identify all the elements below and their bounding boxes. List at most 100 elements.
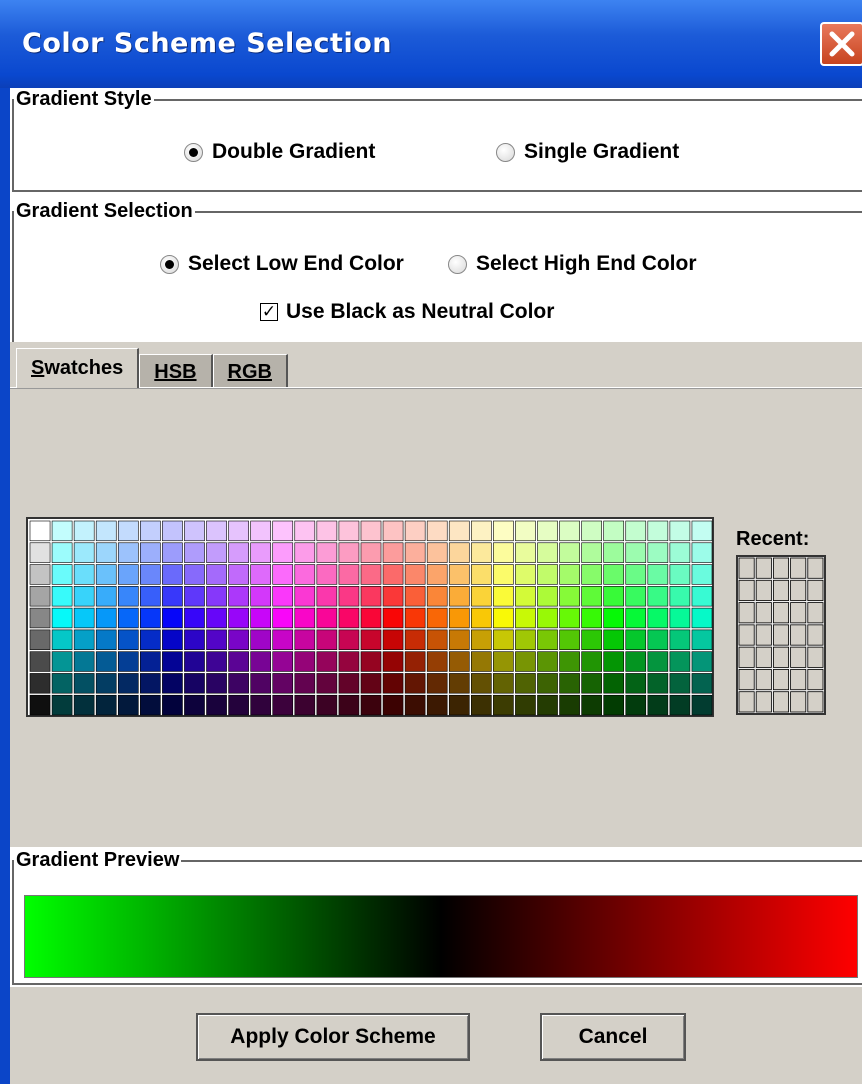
swatch-cell[interactable] [250, 586, 272, 607]
swatch-cell[interactable] [29, 629, 51, 650]
swatch-cell[interactable] [206, 629, 227, 650]
swatch-cell[interactable] [228, 607, 249, 629]
swatch-cell[interactable] [559, 586, 580, 607]
swatch-cell[interactable] [95, 520, 117, 542]
swatch-cell[interactable] [228, 694, 249, 716]
close-button[interactable] [820, 22, 862, 66]
swatch-cell[interactable] [73, 694, 95, 716]
swatch-cell[interactable] [647, 542, 669, 563]
swatch-cell[interactable] [316, 586, 338, 607]
swatch-cell[interactable] [228, 629, 249, 650]
swatch-cell[interactable] [206, 586, 227, 607]
swatch-cell[interactable] [338, 542, 360, 563]
recent-cell[interactable] [807, 646, 824, 668]
recent-cell[interactable] [790, 602, 807, 624]
swatch-cell[interactable] [625, 629, 647, 650]
swatch-cell[interactable] [537, 564, 558, 585]
swatch-cell[interactable] [206, 607, 227, 629]
swatch-cell[interactable] [426, 564, 448, 585]
swatch-cell[interactable] [647, 629, 669, 650]
swatch-cell[interactable] [162, 564, 183, 585]
swatch-cell[interactable] [603, 673, 625, 694]
swatch-cell[interactable] [73, 673, 95, 694]
swatch-cell[interactable] [360, 542, 382, 563]
swatch-cell[interactable] [559, 607, 580, 629]
swatch-cell[interactable] [51, 694, 73, 716]
swatch-cell[interactable] [272, 607, 294, 629]
swatch-cell[interactable] [360, 586, 382, 607]
swatch-cell[interactable] [625, 520, 647, 542]
swatch-cell[interactable] [559, 564, 580, 585]
swatch-cell[interactable] [669, 586, 691, 607]
swatch-cell[interactable] [51, 607, 73, 629]
swatch-cell[interactable] [162, 673, 183, 694]
swatch-cell[interactable] [581, 520, 602, 542]
swatch-cell[interactable] [691, 564, 713, 585]
recent-cell[interactable] [773, 646, 790, 668]
swatch-cell[interactable] [426, 520, 448, 542]
swatch-cell[interactable] [559, 651, 580, 672]
swatch-cell[interactable] [184, 586, 205, 607]
recent-grid[interactable] [738, 557, 824, 713]
swatch-cell[interactable] [117, 520, 139, 542]
swatch-cell[interactable] [117, 694, 139, 716]
swatch-cell[interactable] [537, 694, 558, 716]
swatch-cell[interactable] [338, 586, 360, 607]
double-gradient-radio[interactable]: Double Gradient [184, 140, 375, 164]
swatch-cell[interactable] [184, 607, 205, 629]
swatch-cell[interactable] [559, 542, 580, 563]
swatch-cell[interactable] [140, 586, 161, 607]
swatch-cell[interactable] [625, 586, 647, 607]
recent-cell[interactable] [790, 624, 807, 646]
swatch-palette[interactable] [26, 517, 714, 717]
swatch-cell[interactable] [228, 564, 249, 585]
swatch-cell[interactable] [581, 607, 602, 629]
swatch-cell[interactable] [73, 520, 95, 542]
swatch-cell[interactable] [338, 520, 360, 542]
swatch-cell[interactable] [448, 586, 470, 607]
swatch-cell[interactable] [669, 694, 691, 716]
swatch-cell[interactable] [272, 673, 294, 694]
swatch-cell[interactable] [51, 586, 73, 607]
recent-cell[interactable] [773, 669, 790, 691]
recent-cell[interactable] [807, 691, 824, 713]
swatch-cell[interactable] [272, 629, 294, 650]
swatch-cell[interactable] [581, 586, 602, 607]
swatch-cell[interactable] [426, 586, 448, 607]
swatch-cell[interactable] [250, 520, 272, 542]
swatch-cell[interactable] [537, 673, 558, 694]
swatch-cell[interactable] [515, 586, 536, 607]
swatch-cell[interactable] [184, 564, 205, 585]
swatch-cell[interactable] [404, 694, 426, 716]
swatch-cell[interactable] [537, 629, 558, 650]
swatch-cell[interactable] [162, 607, 183, 629]
swatch-cell[interactable] [294, 694, 316, 716]
swatch-cell[interactable] [691, 673, 713, 694]
recent-cell[interactable] [807, 669, 824, 691]
swatch-cell[interactable] [95, 586, 117, 607]
swatch-cell[interactable] [140, 694, 161, 716]
swatch-cell[interactable] [404, 586, 426, 607]
swatch-cell[interactable] [184, 673, 205, 694]
swatch-cell[interactable] [140, 673, 161, 694]
swatch-cell[interactable] [360, 673, 382, 694]
recent-cell[interactable] [773, 579, 790, 601]
swatch-cell[interactable] [669, 607, 691, 629]
tab-swatches[interactable]: Swatches [16, 348, 140, 388]
swatch-cell[interactable] [294, 629, 316, 650]
recent-cell[interactable] [738, 579, 755, 601]
swatch-cell[interactable] [338, 694, 360, 716]
swatch-cell[interactable] [515, 607, 536, 629]
recent-cell[interactable] [738, 602, 755, 624]
swatch-cell[interactable] [581, 673, 602, 694]
swatch-cell[interactable] [493, 520, 514, 542]
swatch-cell[interactable] [426, 542, 448, 563]
swatch-cell[interactable] [228, 673, 249, 694]
recent-cell[interactable] [755, 624, 772, 646]
swatch-cell[interactable] [448, 651, 470, 672]
swatch-cell[interactable] [669, 542, 691, 563]
swatch-cell[interactable] [691, 651, 713, 672]
swatch-cell[interactable] [228, 586, 249, 607]
swatch-cell[interactable] [581, 629, 602, 650]
recent-cell[interactable] [790, 669, 807, 691]
